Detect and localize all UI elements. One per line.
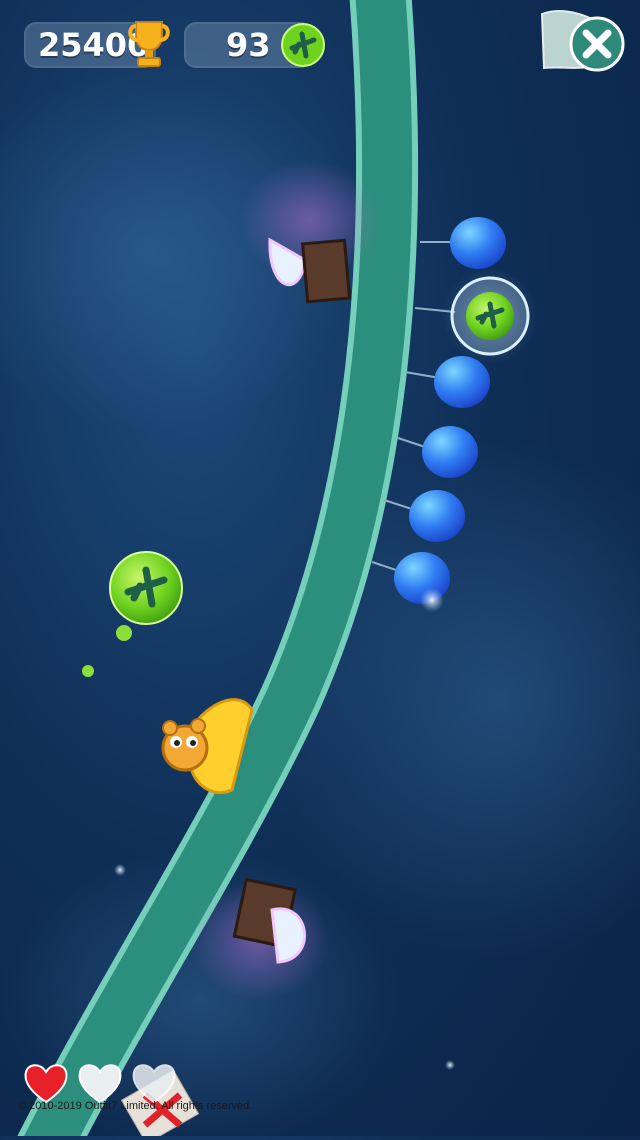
coin-trail-dot xyxy=(116,625,132,641)
coin-trail-dot xyxy=(82,665,94,677)
scene-svg xyxy=(0,0,640,1140)
heart-icon-filled xyxy=(24,1064,68,1104)
space-background xyxy=(0,0,640,1140)
heart-icon-empty xyxy=(78,1064,122,1104)
balloon[interactable] xyxy=(450,217,506,269)
balloon[interactable] xyxy=(434,356,490,408)
ghost-bucket-obstacle xyxy=(190,877,330,1000)
copyright-text: © 2010-2019 Outfit7 Limited. All rights … xyxy=(18,1100,253,1112)
lives-bar xyxy=(22,1060,182,1104)
heart-icon-empty xyxy=(132,1064,176,1104)
balloon[interactable] xyxy=(422,426,478,478)
star xyxy=(114,864,126,876)
plane-coin-icon xyxy=(280,22,326,68)
trophy-icon xyxy=(128,18,170,70)
bubble-coin[interactable] xyxy=(442,268,538,364)
close-button[interactable] xyxy=(540,8,630,72)
star xyxy=(445,1060,455,1070)
balloon[interactable] xyxy=(409,490,465,542)
plane-coin[interactable] xyxy=(109,551,183,625)
copyright-body: 2010-2019 Outfit7 Limited. All rights re… xyxy=(29,1100,253,1112)
sparkle xyxy=(420,588,444,612)
coin-value: 93 xyxy=(226,26,271,64)
